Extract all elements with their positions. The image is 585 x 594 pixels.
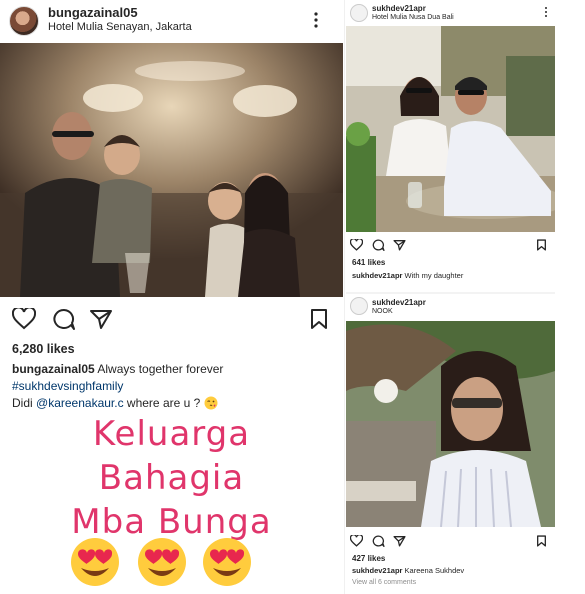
action-bar (0, 304, 343, 336)
username-link[interactable]: bungazainal05 (48, 5, 138, 20)
heart-eyes-emoji-icon (66, 536, 124, 593)
avatar[interactable] (350, 4, 368, 22)
post-photo[interactable] (346, 321, 555, 527)
location-link[interactable]: Hotel Mulia Senayan, Jakarta (48, 21, 192, 33)
likes-count[interactable]: 427 likes (352, 554, 385, 563)
share-icon[interactable] (89, 308, 113, 335)
view-comments-link[interactable]: View all 6 comments (352, 579, 416, 586)
left-post: bungazainal05 Hotel Mulia Senayan, Jakar… (0, 0, 343, 594)
comment-icon[interactable] (372, 534, 385, 552)
overlay-line-2: Bahagia (98, 458, 245, 498)
caption-username[interactable]: sukhdev21apr (352, 566, 402, 575)
caption-text: With my daughter (404, 271, 464, 280)
comment-icon[interactable] (52, 308, 76, 335)
right-bottom-post: sukhdev21apr NOOK 427 likes sukhdev21apr (346, 294, 555, 594)
post-photo[interactable] (346, 26, 555, 232)
divider (344, 0, 345, 594)
heart-eyes-emoji-icon (133, 536, 191, 593)
caption-text: Always together forever (97, 362, 224, 376)
share-icon[interactable] (393, 238, 406, 256)
username-link[interactable]: sukhdev21apr (372, 298, 426, 307)
caption: sukhdev21apr With my daughter (352, 271, 463, 280)
avatar[interactable] (9, 6, 39, 36)
bookmark-icon[interactable] (536, 534, 547, 552)
caption: bungazainal05 Always together forever #s… (12, 361, 337, 415)
post-photo[interactable] (0, 43, 343, 297)
avatar[interactable] (350, 297, 368, 315)
more-icon[interactable] (544, 6, 548, 18)
location-link[interactable]: Hotel Mulia Nusa Dua Bali (372, 14, 454, 21)
caption-text: Kareena Sukhdev (404, 566, 465, 575)
heart-icon[interactable] (349, 534, 364, 552)
heart-icon[interactable] (11, 306, 37, 335)
bookmark-icon[interactable] (309, 308, 329, 335)
caption-username[interactable]: sukhdev21apr (352, 271, 402, 280)
hashtag-link[interactable]: #sukhdevsinghfamily (12, 378, 337, 395)
likes-count[interactable]: 641 likes (352, 258, 385, 267)
comment-icon[interactable] (372, 238, 385, 256)
caption-username[interactable]: bungazainal05 (12, 362, 95, 376)
heart-icon[interactable] (349, 238, 364, 256)
post-header: bungazainal05 Hotel Mulia Senayan, Jakar… (0, 0, 343, 40)
right-top-post: sukhdev21apr Hotel Mulia Nusa Dua Bali 6… (346, 0, 555, 292)
username-link[interactable]: sukhdev21apr (372, 4, 426, 13)
bookmark-icon[interactable] (536, 238, 547, 256)
caption-line3-prefix: Didi (12, 396, 33, 410)
kiss-emoji-icon (204, 396, 218, 415)
overlay-line-1: Keluarga (92, 414, 251, 454)
location-link[interactable]: NOOK (372, 308, 393, 315)
caption: sukhdev21apr Kareena Sukhdev (352, 566, 464, 575)
mention-link[interactable]: @kareenakaur.c (36, 396, 124, 410)
likes-count[interactable]: 6,280 likes (12, 342, 75, 356)
more-icon[interactable] (312, 10, 320, 30)
heart-eyes-emoji-icon (198, 536, 256, 593)
share-icon[interactable] (393, 534, 406, 552)
caption-line3-suffix: where are u ? (126, 396, 201, 410)
